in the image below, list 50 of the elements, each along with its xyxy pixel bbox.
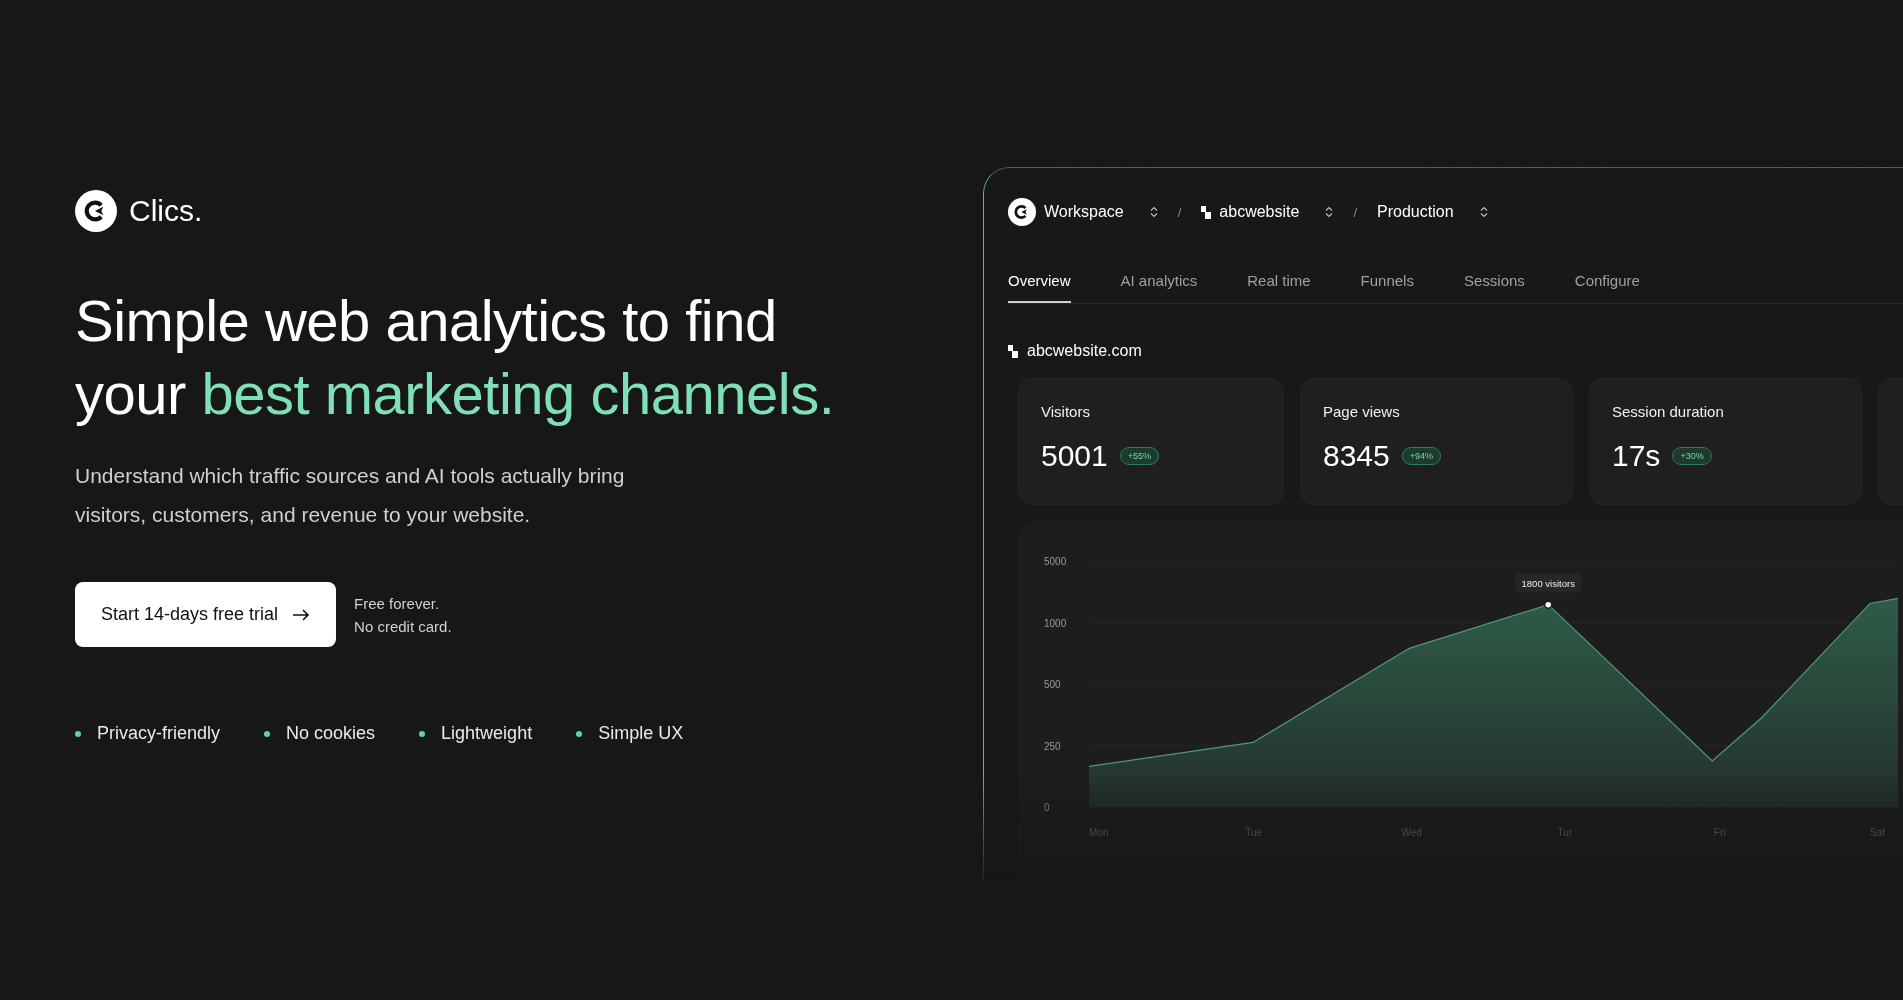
bullet-icon [576,730,583,737]
feature-label: Privacy-friendly [97,723,221,744]
change-badge: +30% [1672,447,1712,465]
data-point [1544,600,1553,609]
breadcrumb-item[interactable]: abcwebsite [1219,203,1300,221]
y-axis-label: 0 [1044,802,1050,813]
nav-tab[interactable]: Overview [1008,272,1071,303]
feature-label: Lightweight [441,723,533,744]
feature-label: Simple UX [598,723,684,744]
stat-label: Page views [1323,403,1400,420]
logo-icon [75,190,117,232]
stat-label: Visitors [1041,403,1090,420]
y-axis-label: 250 [1044,740,1061,752]
breadcrumb-item[interactable]: Workspace [1044,203,1124,221]
breadcrumb-separator: / [1353,204,1358,220]
change-badge: +94% [1401,447,1442,465]
subtitle: Understand which traffic sources and AI tools actually bring visitors, customers, and revenue to your website. [75,463,626,528]
change-badge: +55% [1119,447,1160,465]
site-name: abcwebsite.com [1027,342,1142,360]
chevron-icon [1479,206,1488,218]
logo-icon [1008,198,1036,226]
bullet-icon [75,730,81,737]
nav-tab[interactable]: Sessions [1463,272,1525,303]
y-axis-label: 1000 [1044,617,1067,629]
headline: Simple web analytics to find your best marketing channels. [75,287,835,428]
bullet-icon [264,730,271,737]
chevron-icon [1325,206,1334,218]
brand-name: Clics. [129,194,203,228]
stat-value: 5001 [1041,439,1108,473]
site-icon [1008,344,1018,358]
feature-label: No cookies [286,723,376,744]
stat-value: 17s [1612,439,1661,473]
site-icon [1201,205,1212,219]
y-axis-label: 500 [1044,679,1061,690]
nav-tab[interactable]: Funnels [1360,272,1414,303]
cta-note: Free forever. [354,594,441,612]
nav-tab[interactable]: AI analytics [1120,272,1198,303]
stat-value: 8345 [1323,439,1390,473]
tooltip-text: 1800 visitors [1521,577,1575,589]
chevron-icon [1149,206,1158,218]
bullet-icon [419,730,426,737]
breadcrumb-separator: / [1177,204,1182,220]
arrow-right-icon [292,608,311,621]
nav-tab[interactable]: Real time [1247,272,1311,303]
cta-note: No credit card. [354,617,452,635]
stat-label: Session duration [1612,403,1724,420]
trial-button[interactable]: Start 14-days free trial [75,582,337,647]
breadcrumb-item[interactable]: Production [1377,203,1454,221]
y-axis-label: 5000 [1044,556,1067,567]
nav-tab[interactable]: Configure [1574,272,1640,303]
